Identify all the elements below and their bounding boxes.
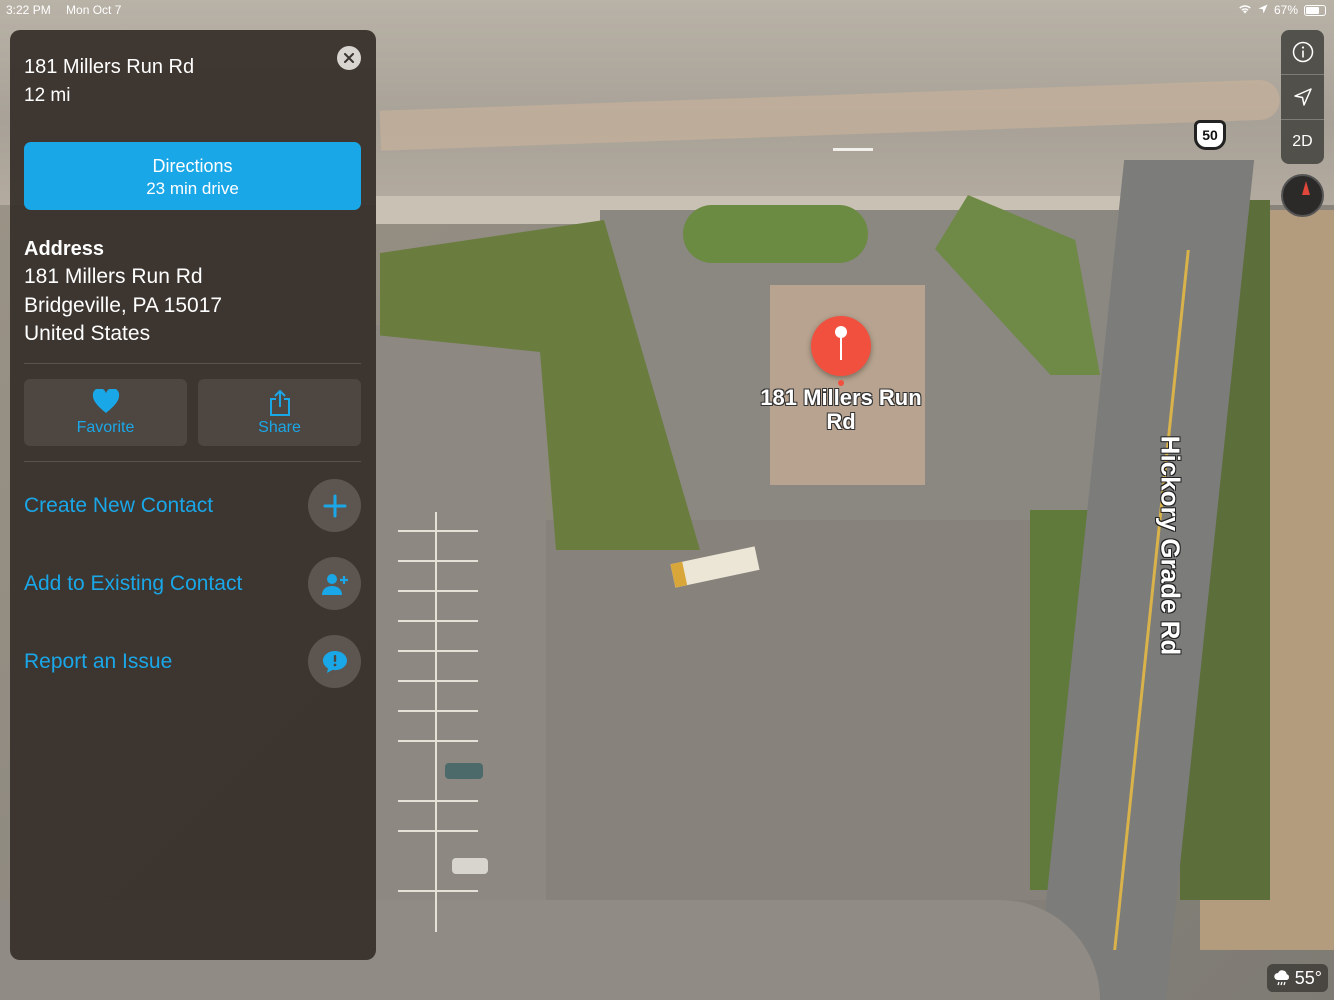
favorite-label: Favorite: [76, 419, 135, 436]
map-controls: 2D: [1281, 30, 1324, 164]
share-icon: [198, 389, 361, 417]
location-arrow-icon: [1293, 88, 1312, 106]
add-existing-contact-link[interactable]: Add to Existing Contact: [24, 572, 242, 596]
directions-eta: 23 min drive: [146, 179, 239, 198]
place-distance: 12 mi: [24, 85, 71, 106]
weather-temp: 55°: [1294, 967, 1322, 988]
address-line[interactable]: Bridgeville, PA 15017: [24, 294, 222, 318]
divider: [24, 363, 361, 364]
track-location-button[interactable]: [1281, 75, 1324, 119]
weather-badge: 55°: [1266, 964, 1328, 992]
compass-icon[interactable]: [1281, 174, 1324, 217]
divider: [24, 461, 361, 462]
street-label: Hickory Grade Rd: [1155, 435, 1186, 656]
wifi-icon: [1238, 3, 1252, 17]
create-contact-link[interactable]: Create New Contact: [24, 494, 213, 518]
report-issue-button[interactable]: [308, 635, 361, 688]
status-date: Mon Oct 7: [66, 3, 122, 17]
create-contact-button[interactable]: [308, 479, 361, 532]
battery-icon: [1304, 4, 1326, 16]
directions-label: Directions: [152, 156, 233, 176]
address-heading: Address: [24, 238, 105, 260]
report-bubble-icon: [322, 650, 347, 673]
close-icon: [344, 53, 354, 63]
directions-button[interactable]: Directions 23 min drive: [24, 142, 361, 210]
location-arrow-icon: [1258, 3, 1268, 17]
battery-percent: 67%: [1273, 3, 1298, 17]
plus-icon: [323, 494, 346, 517]
cloud-rain-icon: [1274, 970, 1289, 986]
info-button[interactable]: [1281, 30, 1324, 74]
add-existing-contact-button[interactable]: [308, 557, 361, 610]
share-button[interactable]: Share: [198, 379, 361, 446]
place-title: 181 Millers Run Rd: [24, 56, 195, 78]
pin-label[interactable]: 181 Millers Run Rd: [760, 386, 922, 434]
status-bar: 3:22 PM Mon Oct 7 67%: [0, 0, 1334, 20]
status-time: 3:22 PM: [6, 3, 51, 17]
2d-toggle-button[interactable]: 2D: [1281, 120, 1324, 164]
pin-head: [835, 326, 847, 338]
heart-icon: [24, 388, 187, 417]
address-line[interactable]: United States: [24, 322, 150, 346]
add-person-icon: [321, 573, 348, 595]
route-shield: 50: [1194, 120, 1226, 150]
share-label: Share: [258, 419, 301, 436]
info-icon: [1292, 41, 1313, 63]
report-issue-link[interactable]: Report an Issue: [24, 650, 172, 674]
close-button[interactable]: [337, 46, 361, 70]
place-card: 181 Millers Run Rd 12 mi Directions 23 m…: [10, 30, 376, 960]
address-line[interactable]: 181 Millers Run Rd: [24, 265, 203, 289]
favorite-button[interactable]: Favorite: [24, 379, 187, 446]
